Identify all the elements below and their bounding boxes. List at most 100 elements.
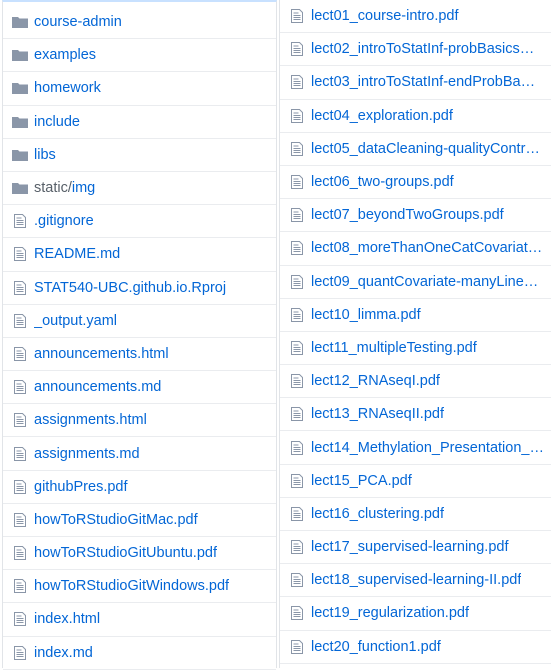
- file-link[interactable]: lect02_introToStatInf-probBasics…: [311, 41, 534, 57]
- file-row[interactable]: lect13_RNAseqII.pdf: [280, 398, 551, 432]
- file-name[interactable]: lect06_two-groups.pdf: [311, 174, 454, 190]
- file-name[interactable]: announcements.html: [34, 346, 169, 362]
- file-row[interactable]: _output.yaml: [3, 305, 276, 338]
- file-row[interactable]: howToRStudioGitUbuntu.pdf: [3, 537, 276, 571]
- file-row[interactable]: lect14_Methylation_Presentation_…: [280, 431, 551, 465]
- file-name[interactable]: include: [34, 114, 80, 130]
- file-name[interactable]: examples: [34, 47, 96, 63]
- file-name[interactable]: howToRStudioGitMac.pdf: [34, 512, 198, 528]
- file-link[interactable]: lect08_moreThanOneCatCovariat…: [311, 240, 542, 256]
- file-link[interactable]: announcements.html: [34, 346, 169, 362]
- file-link[interactable]: lect09_quantCovariate-manyLine…: [311, 274, 538, 290]
- file-name[interactable]: lect20_function1.pdf: [311, 639, 441, 655]
- folder-row[interactable]: examples: [3, 39, 276, 73]
- file-link[interactable]: _output.yaml: [34, 313, 117, 329]
- file-name[interactable]: lect19_regularization.pdf: [311, 605, 469, 621]
- file-link[interactable]: howToRStudioGitUbuntu.pdf: [34, 545, 217, 561]
- file-row[interactable]: lect20_function1.pdf: [280, 631, 551, 664]
- file-name[interactable]: lect18_supervised-learning-II.pdf: [311, 572, 521, 588]
- file-name[interactable]: howToRStudioGitUbuntu.pdf: [34, 545, 217, 561]
- file-name[interactable]: lect12_RNAseqI.pdf: [311, 373, 440, 389]
- file-name[interactable]: howToRStudioGitWindows.pdf: [34, 578, 229, 594]
- file-link[interactable]: lect17_supervised-learning.pdf: [311, 539, 509, 555]
- file-link[interactable]: lect19_regularization.pdf: [311, 605, 469, 621]
- file-link[interactable]: lect20_function1.pdf: [311, 639, 441, 655]
- file-name[interactable]: assignments.html: [34, 412, 147, 428]
- file-row[interactable]: githubPres.pdf: [3, 471, 276, 504]
- folder-row[interactable]: homework: [3, 72, 276, 106]
- file-name[interactable]: homework: [34, 80, 101, 96]
- file-row[interactable]: lect15_PCA.pdf: [280, 465, 551, 498]
- file-link[interactable]: index.md: [34, 645, 93, 661]
- file-link[interactable]: lect10_limma.pdf: [311, 307, 421, 323]
- folder-row[interactable]: libs: [3, 139, 276, 172]
- file-name[interactable]: lect16_clustering.pdf: [311, 506, 444, 522]
- file-name[interactable]: lect13_RNAseqII.pdf: [311, 406, 444, 422]
- file-name[interactable]: README.md: [34, 246, 120, 262]
- file-link[interactable]: static/img: [34, 180, 95, 196]
- file-link[interactable]: howToRStudioGitMac.pdf: [34, 512, 198, 528]
- file-name[interactable]: githubPres.pdf: [34, 479, 128, 495]
- file-link[interactable]: README.md: [34, 246, 120, 262]
- file-link[interactable]: lect15_PCA.pdf: [311, 473, 412, 489]
- file-row[interactable]: lect19_regularization.pdf: [280, 597, 551, 631]
- file-row[interactable]: lect03_introToStatInf-endProbBa…: [280, 66, 551, 100]
- folder-row[interactable]: include: [3, 106, 276, 139]
- file-row[interactable]: lect18_supervised-learning-II.pdf: [280, 564, 551, 598]
- file-name[interactable]: .gitignore: [34, 213, 94, 229]
- file-link[interactable]: lect06_two-groups.pdf: [311, 174, 454, 190]
- file-row[interactable]: index.md: [3, 637, 276, 670]
- file-link[interactable]: howToRStudioGitWindows.pdf: [34, 578, 229, 594]
- file-name[interactable]: STAT540-UBC.github.io.Rproj: [34, 280, 226, 296]
- file-name[interactable]: lect04_exploration.pdf: [311, 108, 453, 124]
- file-row[interactable]: assignments.md: [3, 437, 276, 471]
- file-row[interactable]: README.md: [3, 238, 276, 272]
- file-row[interactable]: announcements.html: [3, 338, 276, 372]
- file-link[interactable]: githubPres.pdf: [34, 479, 128, 495]
- file-link[interactable]: homework: [34, 80, 101, 96]
- file-link[interactable]: include: [34, 114, 80, 130]
- file-link[interactable]: index.html: [34, 611, 100, 627]
- file-link[interactable]: STAT540-UBC.github.io.Rproj: [34, 280, 226, 296]
- file-name[interactable]: lect14_Methylation_Presentation_…: [311, 440, 544, 456]
- file-link[interactable]: assignments.md: [34, 446, 140, 462]
- file-link[interactable]: libs: [34, 147, 56, 163]
- file-name[interactable]: lect11_multipleTesting.pdf: [311, 340, 477, 356]
- file-name[interactable]: assignments.md: [34, 446, 140, 462]
- file-row[interactable]: lect12_RNAseqI.pdf: [280, 365, 551, 399]
- file-row[interactable]: lect09_quantCovariate-manyLine…: [280, 266, 551, 299]
- file-name[interactable]: libs: [34, 147, 56, 163]
- file-link[interactable]: announcements.md: [34, 379, 161, 395]
- file-row[interactable]: lect06_two-groups.pdf: [280, 166, 551, 200]
- file-link[interactable]: lect13_RNAseqII.pdf: [311, 406, 444, 422]
- file-name[interactable]: lect01_course-intro.pdf: [311, 8, 459, 24]
- file-link[interactable]: assignments.html: [34, 412, 147, 428]
- file-link[interactable]: lect07_beyondTwoGroups.pdf: [311, 207, 504, 223]
- file-name[interactable]: index.md: [34, 645, 93, 661]
- file-row[interactable]: howToRStudioGitWindows.pdf: [3, 570, 276, 604]
- file-name[interactable]: lect07_beyondTwoGroups.pdf: [311, 207, 504, 223]
- file-link[interactable]: .gitignore: [34, 213, 94, 229]
- file-name[interactable]: _output.yaml: [34, 313, 117, 329]
- file-link[interactable]: lect04_exploration.pdf: [311, 108, 453, 124]
- file-row[interactable]: howToRStudioGitMac.pdf: [3, 504, 276, 537]
- folder-row[interactable]: course-admin: [3, 6, 276, 40]
- file-name[interactable]: lect17_supervised-learning.pdf: [311, 539, 509, 555]
- file-row[interactable]: lect05_dataCleaning-qualityContr…: [280, 133, 551, 166]
- file-name[interactable]: lect10_limma.pdf: [311, 307, 421, 323]
- file-row[interactable]: assignments.html: [3, 404, 276, 438]
- file-link[interactable]: lect03_introToStatInf-endProbBa…: [311, 74, 535, 90]
- file-name[interactable]: course-admin: [34, 14, 122, 30]
- file-name[interactable]: lect08_moreThanOneCatCovariat…: [311, 240, 542, 256]
- file-name[interactable]: lect09_quantCovariate-manyLine…: [311, 274, 538, 290]
- file-link[interactable]: course-admin: [34, 14, 122, 30]
- file-name[interactable]: lect02_introToStatInf-probBasics…: [311, 41, 534, 57]
- file-name[interactable]: index.html: [34, 611, 100, 627]
- file-link[interactable]: examples: [34, 47, 96, 63]
- file-row[interactable]: announcements.md: [3, 371, 276, 405]
- file-row[interactable]: lect01_course-intro.pdf: [280, 0, 551, 34]
- file-link[interactable]: lect14_Methylation_Presentation_…: [311, 440, 544, 456]
- file-row[interactable]: lect08_moreThanOneCatCovariat…: [280, 232, 551, 266]
- file-link[interactable]: lect11_multipleTesting.pdf: [311, 340, 477, 356]
- file-name[interactable]: lect03_introToStatInf-endProbBa…: [311, 74, 535, 90]
